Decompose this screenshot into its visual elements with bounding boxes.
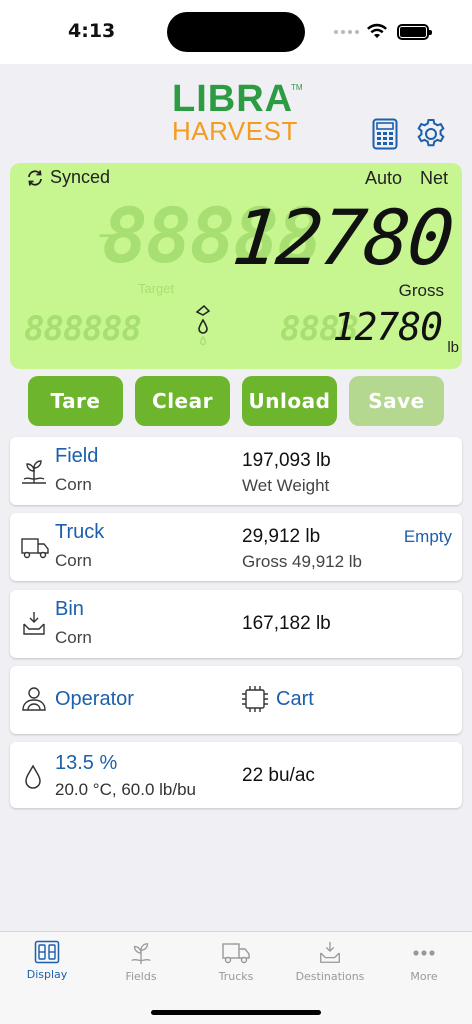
ghost-dash: – <box>100 223 114 248</box>
secondary-weight-readout: 12780 <box>332 305 443 349</box>
status-bar: 4:13 <box>0 0 472 64</box>
calculator-icon[interactable] <box>372 118 398 150</box>
bin-weight: 167,182 lb <box>242 613 331 634</box>
moisture-card[interactable]: 13.5 % 20.0 °C, 60.0 lb/bu 22 bu/ac <box>10 742 462 808</box>
ghost-segments-small-left: 888888 <box>24 309 142 349</box>
tab-display[interactable]: Display <box>0 940 94 981</box>
cart-chip-icon <box>242 686 268 712</box>
tare-button[interactable]: Tare <box>28 376 123 426</box>
more-icon <box>413 950 435 956</box>
unload-button[interactable]: Unload <box>242 376 337 426</box>
tab-trucks[interactable]: Trucks <box>189 940 283 983</box>
operator-link[interactable]: Operator <box>55 688 134 711</box>
empty-truck-button[interactable]: Empty <box>404 527 452 547</box>
field-weight-label: Wet Weight <box>242 476 330 495</box>
operator-cart-card: Operator Cart <box>10 666 462 734</box>
tab-fields[interactable]: Fields <box>94 940 188 983</box>
truck-gross-weight: Gross 49,912 lb <box>242 552 363 571</box>
field-weight: 197,093 lb <box>242 450 331 471</box>
tab-more[interactable]: More <box>377 940 471 983</box>
sync-icon <box>28 169 42 186</box>
yield-value: 22 bu/ac <box>242 765 315 786</box>
battery-icon <box>397 24 432 40</box>
target-label: Target <box>138 281 175 296</box>
moisture-value[interactable]: 13.5 % <box>55 752 117 775</box>
status-time: 4:13 <box>68 20 116 42</box>
bin-card[interactable]: Bin Corn 167,182 lb <box>10 590 462 658</box>
dynamic-island <box>167 12 305 52</box>
cellular-signal-icon <box>334 30 359 34</box>
truck-card[interactable]: Truck Corn 29,912 lb Gross 49,912 lb Emp… <box>10 513 462 581</box>
settings-gear-icon[interactable] <box>415 118 447 150</box>
moisture-conditions: 20.0 °C, 60.0 lb/bu <box>55 780 197 799</box>
field-title[interactable]: Field <box>55 445 98 468</box>
weight-unit: lb <box>447 339 459 356</box>
mode-net-label: Net <box>420 168 449 188</box>
truck-weight: 29,912 lb <box>242 526 321 547</box>
mode-auto-label: Auto <box>365 168 403 188</box>
weight-readout: 12780 <box>228 193 457 282</box>
clear-button[interactable]: Clear <box>135 376 230 426</box>
bin-icon <box>320 941 340 963</box>
action-buttons: Tare Clear Unload Save <box>28 376 444 426</box>
weight-type-label: Gross <box>398 281 444 300</box>
wifi-icon <box>367 23 387 38</box>
bin-crop: Corn <box>55 628 92 647</box>
moisture-drop-icon <box>195 304 211 346</box>
truck-icon <box>21 538 49 559</box>
home-indicator <box>151 1010 321 1015</box>
scale-display: Synced Auto Net 88888 – 888888 8888 1278… <box>10 163 462 369</box>
sprout-icon <box>22 460 46 484</box>
save-button[interactable]: Save <box>349 376 444 426</box>
truck-crop: Corn <box>55 551 92 570</box>
tab-destinations[interactable]: Destinations <box>283 940 377 983</box>
sprout-icon <box>131 943 151 965</box>
truck-title[interactable]: Truck <box>55 521 104 544</box>
truck-icon <box>222 943 250 964</box>
bin-icon <box>23 612 45 635</box>
field-card[interactable]: Field Corn 197,093 lb Wet Weight <box>10 437 462 505</box>
display-icon <box>34 940 60 964</box>
libra-harvest-logo: LIBRA TM HARVEST <box>172 78 303 146</box>
field-crop: Corn <box>55 475 92 494</box>
sync-status: Synced <box>26 167 110 188</box>
moisture-icon <box>25 764 41 789</box>
cart-link[interactable]: Cart <box>276 688 314 711</box>
bin-title[interactable]: Bin <box>55 598 84 621</box>
operator-icon <box>22 687 46 711</box>
